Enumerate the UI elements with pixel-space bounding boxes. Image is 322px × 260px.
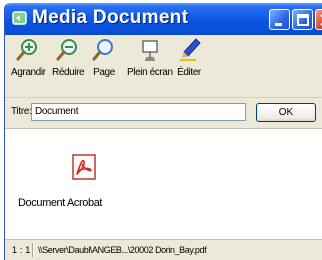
maximize-icon bbox=[297, 14, 309, 26]
zoom-in-label: Agrandir bbox=[11, 67, 46, 78]
minimize-button[interactable] bbox=[269, 9, 290, 30]
toolbar: Agrandir Réduire Page Plein écran Éditer bbox=[5, 35, 322, 98]
acrobat-pdf-icon[interactable] bbox=[72, 154, 96, 180]
app-icon bbox=[12, 11, 27, 25]
fit-page-icon bbox=[92, 39, 113, 61]
minimize-icon bbox=[275, 23, 282, 26]
document-label[interactable]: Document Acrobat bbox=[18, 197, 102, 209]
fullscreen-button[interactable]: Plein écran bbox=[127, 37, 173, 78]
window-titlebar[interactable]: Media Document bbox=[5, 3, 322, 35]
zoom-level: 1 : 1 bbox=[12, 245, 31, 255]
media-document-window: Media Document Agrandir Réduire Page Ple… bbox=[4, 3, 322, 260]
edit-button[interactable]: Éditer bbox=[176, 37, 202, 78]
edit-pen-icon bbox=[180, 38, 201, 61]
close-icon bbox=[320, 14, 322, 26]
title-field-label: Titre: bbox=[11, 106, 32, 117]
maximize-button[interactable] bbox=[292, 9, 313, 30]
edit-label: Éditer bbox=[177, 67, 201, 78]
fullscreen-label: Plein écran bbox=[127, 67, 173, 78]
status-divider bbox=[32, 243, 34, 257]
zoom-in-button[interactable]: Agrandir bbox=[11, 37, 46, 78]
window-title: Media Document bbox=[32, 7, 189, 28]
document-area: Document Acrobat bbox=[5, 129, 322, 239]
fit-page-label: Page bbox=[93, 67, 115, 78]
file-path: \\Server\Daubl\ANGEB...\20002 Dorin_Bay.… bbox=[38, 245, 207, 255]
title-row: Titre: Document OK bbox=[5, 98, 322, 129]
zoom-out-label: Réduire bbox=[52, 67, 85, 78]
zoom-in-icon bbox=[16, 39, 38, 61]
fit-page-button[interactable]: Page bbox=[91, 37, 117, 78]
status-bar: 1 : 1 \\Server\Daubl\ANGEB...\20002 Dori… bbox=[5, 239, 322, 260]
zoom-out-icon bbox=[56, 39, 78, 61]
close-button[interactable] bbox=[315, 9, 322, 30]
fullscreen-icon bbox=[142, 40, 158, 61]
ok-button[interactable]: OK bbox=[256, 103, 316, 122]
zoom-out-button[interactable]: Réduire bbox=[52, 37, 85, 78]
title-input[interactable]: Document bbox=[31, 103, 246, 121]
